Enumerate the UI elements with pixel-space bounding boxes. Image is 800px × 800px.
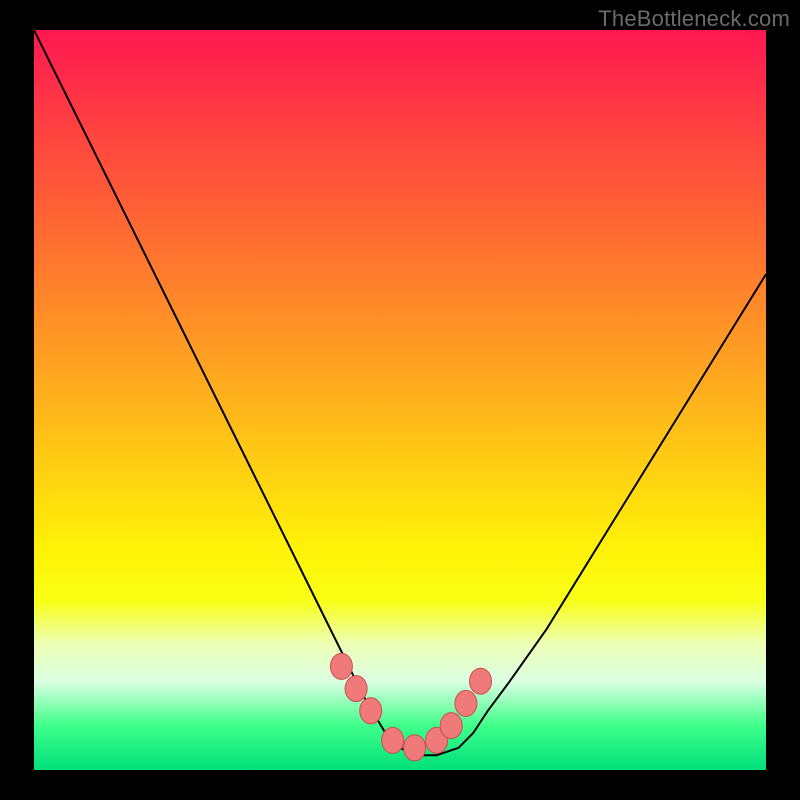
bead-marker: [345, 676, 367, 702]
bead-marker: [426, 727, 448, 753]
trough-beads: [34, 30, 766, 770]
watermark-text: TheBottleneck.com: [598, 6, 790, 32]
bead-marker: [330, 653, 352, 679]
bead-marker: [382, 727, 404, 753]
bead-marker: [440, 713, 462, 739]
bead-marker: [455, 690, 477, 716]
bead-marker: [360, 698, 382, 724]
bead-marker: [470, 668, 492, 694]
bead-marker: [404, 735, 426, 761]
bottleneck-curve: [34, 30, 766, 770]
plot-area: [34, 30, 766, 770]
chart-frame: TheBottleneck.com: [0, 0, 800, 800]
